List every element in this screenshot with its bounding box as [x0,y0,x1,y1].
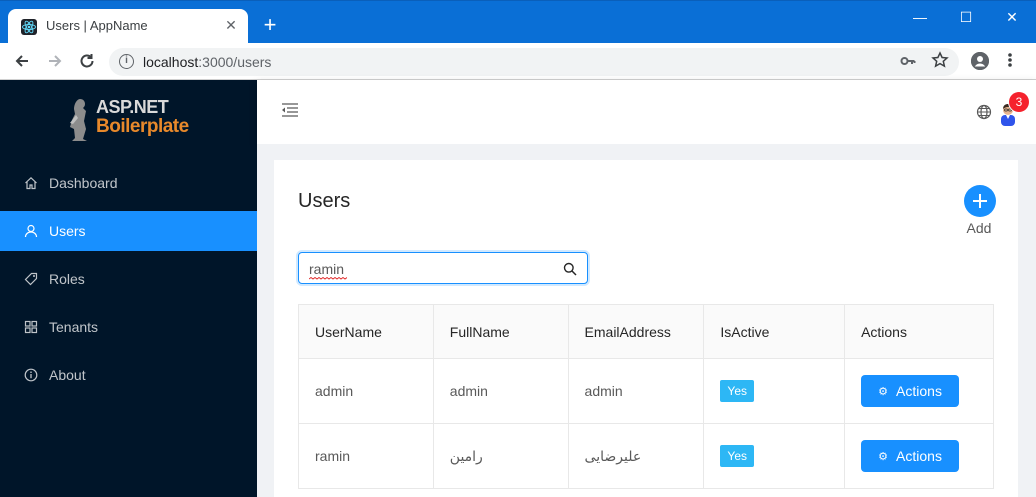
app-header: 3 [257,80,1036,144]
sidebar-item-about[interactable]: About [0,355,257,395]
forward-arrow-icon[interactable] [44,50,66,72]
tag-icon [24,272,38,286]
cell-isactive: Yes [703,358,846,424]
logo-text-aspnet: ASP.NET [96,97,169,117]
actions-button[interactable]: ⚙ Actions [861,440,960,472]
spellcheck-underline [309,277,347,280]
window-close-button[interactable]: ✕ [990,5,1034,29]
sidebar-item-tenants[interactable]: Tenants [0,307,257,347]
browser-menu-icon[interactable] [1004,51,1016,74]
appstore-icon [24,320,38,334]
sidebar-item-users[interactable]: Users [0,211,257,251]
window-minimize-button[interactable]: — [898,5,942,29]
window-maximize-button[interactable]: ☐ [944,5,988,29]
sidebar-menu: Dashboard Users Roles Tenants About [0,163,257,403]
column-header-fullname: FullName [432,304,569,359]
column-header-actions: Actions [844,304,994,359]
browser-tab-bar: Users | AppName ✕ + — ☐ ✕ [0,0,1036,44]
tab-title: Users | AppName [46,18,148,33]
table-header-row: UserName FullName EmailAddress IsActive … [298,304,994,359]
users-card: Users Add UserName FullName EmailAddress… [274,160,1018,497]
menu-fold-icon[interactable] [281,102,299,118]
search-input[interactable] [309,260,549,278]
cell-email: admin [567,358,705,424]
table-row: ramin رامین علیرضایی Yes ⚙ Actions [298,423,994,489]
sidebar-item-label: Users [49,223,86,239]
sidebar-item-label: Tenants [49,319,99,335]
gear-icon: ⚙ [878,451,889,463]
sidebar-item-dashboard[interactable]: Dashboard [0,163,257,203]
actions-button[interactable]: ⚙ Actions [861,375,960,407]
cell-actions: ⚙ Actions [844,423,994,489]
url-host: localhost [143,54,199,70]
add-label: Add [966,220,992,236]
browser-tab[interactable]: Users | AppName ✕ [8,9,248,44]
actions-button-label: Actions [896,448,942,464]
cell-isactive: Yes [703,423,846,489]
cell-username: admin [298,358,434,424]
key-icon[interactable] [900,53,916,73]
bookmark-star-icon[interactable] [931,51,949,74]
plus-icon [973,194,987,208]
table-row: admin admin admin Yes ⚙ Actions [298,358,994,424]
search-icon[interactable] [563,262,577,276]
url-text: localhost:3000/users [143,54,271,70]
notification-badge: 3 [1009,92,1029,112]
reload-icon[interactable] [76,50,98,72]
logo-text-boilerplate: Boilerplate [96,116,189,137]
add-user-button[interactable] [964,185,996,217]
column-header-email: EmailAddress [567,304,705,359]
search-box[interactable] [298,252,588,284]
globe-icon[interactable] [976,104,992,120]
users-table: UserName FullName EmailAddress IsActive … [298,304,994,489]
url-path: :3000/users [198,54,272,70]
gear-icon: ⚙ [878,386,889,398]
app-logo[interactable]: ASP.NET Boilerplate [64,95,199,145]
site-info-icon[interactable]: i [119,54,134,69]
column-header-username: UserName [298,304,434,359]
sidebar: ASP.NET Boilerplate Dashboard Users Role… [0,80,257,497]
tab-close-icon[interactable]: ✕ [222,16,240,34]
sidebar-item-roles[interactable]: Roles [0,259,257,299]
page-title: Users [298,190,351,212]
sidebar-item-label: Dashboard [49,175,118,191]
react-favicon-icon [21,19,37,35]
status-badge: Yes [720,380,754,402]
cell-email: علیرضایی [567,423,705,489]
logo-figure-icon [70,99,87,141]
cell-fullname: رامین [432,423,569,489]
user-icon [24,224,38,238]
sidebar-item-label: Roles [49,271,85,287]
browser-toolbar: i localhost:3000/users [0,43,1036,80]
back-arrow-icon[interactable] [11,50,33,72]
cell-username: ramin [298,423,434,489]
new-tab-button[interactable]: + [258,14,282,38]
address-bar[interactable]: i localhost:3000/users [109,48,959,76]
cell-actions: ⚙ Actions [844,358,994,424]
status-badge: Yes [720,445,754,467]
column-header-isactive: IsActive [703,304,846,359]
cell-fullname: admin [432,358,569,424]
browser-profile-icon[interactable] [971,52,989,70]
home-icon [25,176,37,190]
actions-button-label: Actions [896,383,942,399]
info-circle-icon [24,368,38,382]
sidebar-item-label: About [49,367,86,383]
